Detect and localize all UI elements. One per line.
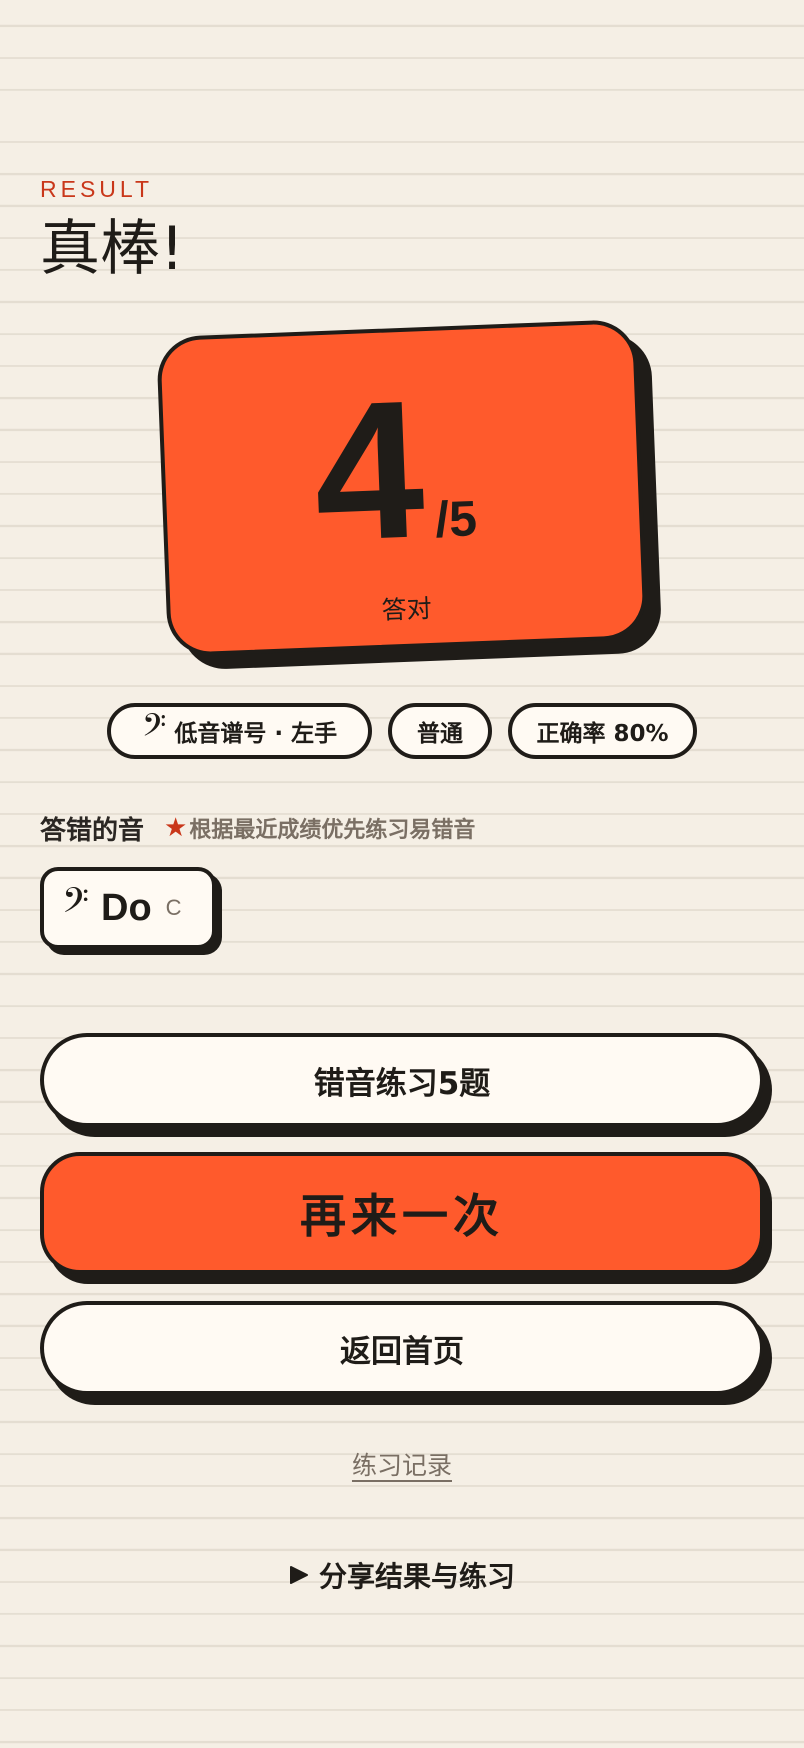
score-correct: 4 (310, 359, 428, 583)
bass-clef-icon: 𝄢 (62, 880, 90, 929)
result-headline: 真棒! (40, 214, 185, 284)
accuracy-label: 正确率 80% (536, 721, 669, 747)
mistakes-title: 答错的音 (40, 816, 145, 846)
mistakes-hint: ★ 根据最近成绩优先练习易错音 (164, 812, 475, 844)
clef-mode-tag: 𝄢 低音谱号 · 左手 (107, 703, 372, 759)
practice-history-link[interactable]: 练习记录 (352, 1451, 452, 1480)
accuracy-tag: 正确率 80% (508, 703, 697, 759)
history-link-row: 练习记录 (0, 1446, 804, 1482)
try-again-button[interactable]: 再来一次 (40, 1152, 764, 1274)
note-solfege: Do (101, 886, 152, 929)
difficulty-label: 普通 (417, 721, 463, 747)
difficulty-tag: 普通 (388, 703, 492, 759)
play-icon (289, 1566, 308, 1584)
score-total: /5 (434, 490, 478, 548)
note-letter: C (165, 895, 182, 920)
bass-clef-icon: 𝄢 (141, 706, 167, 751)
score-card: 4 /5 答对 (156, 318, 648, 658)
result-eyebrow: RESULT (40, 176, 154, 202)
star-icon: ★ (164, 813, 188, 843)
share-label: 分享结果与练习 (318, 1560, 515, 1593)
score-label: 答对 (381, 593, 433, 625)
wrong-note-card[interactable]: 𝄢 Do C (40, 867, 216, 949)
clef-mode-label: 低音谱号 · 左手 (174, 721, 338, 747)
review-mistakes-button[interactable]: 错音练习5题 (40, 1033, 764, 1127)
mistakes-hint-text: 根据最近成绩优先练习易错音 (189, 818, 476, 843)
share-button[interactable]: 分享结果与练习 (0, 1555, 804, 1595)
back-home-button[interactable]: 返回首页 (40, 1301, 764, 1395)
